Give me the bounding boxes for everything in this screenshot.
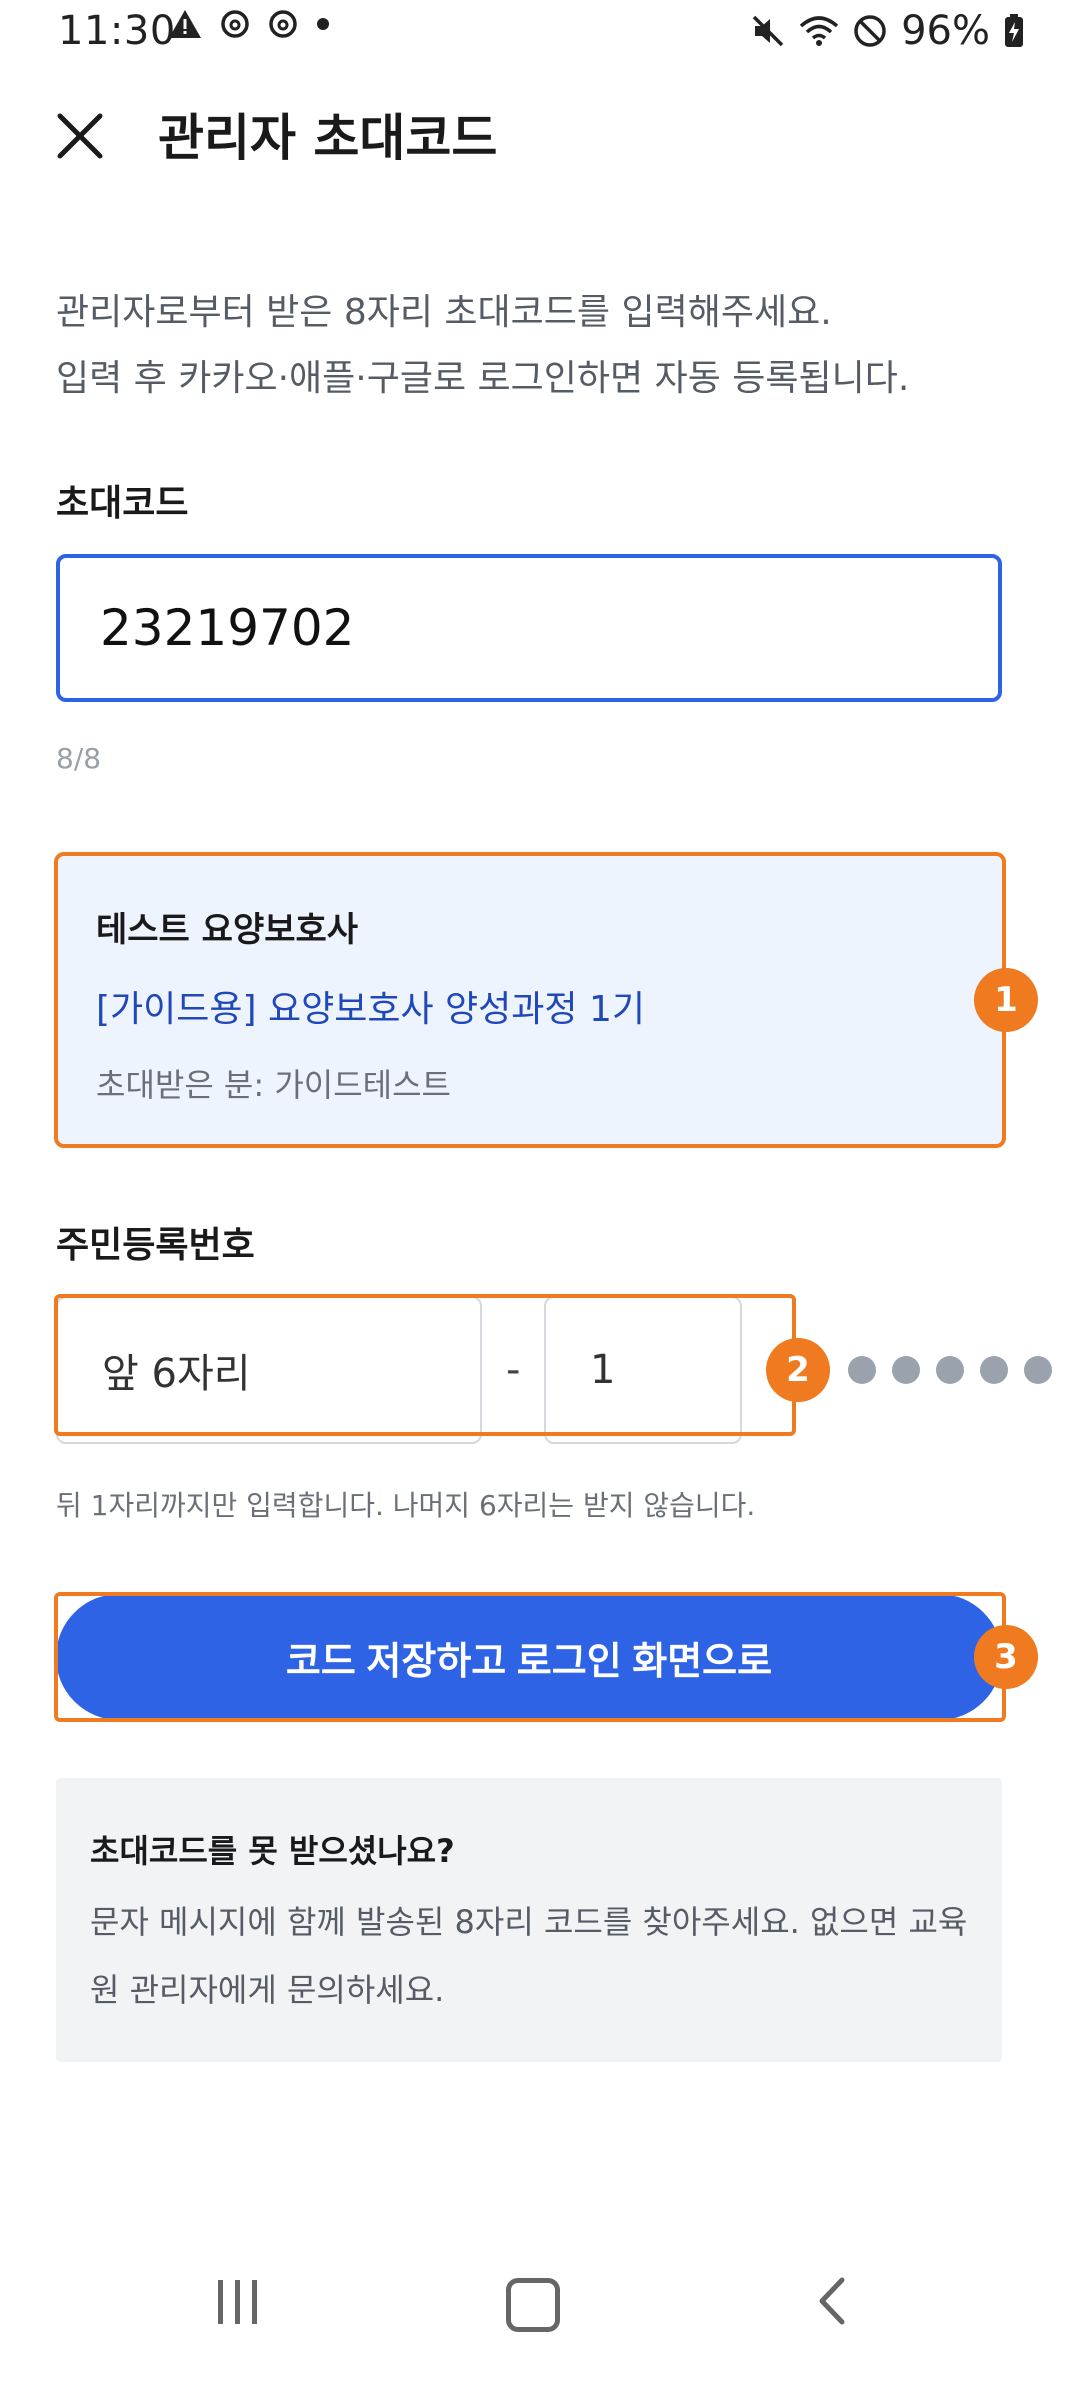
wifi-icon — [799, 16, 839, 46]
course-name: [가이드용] 요양보호사 양성과정 1기 — [96, 989, 646, 1030]
status-right-icons: 96% — [751, 8, 1024, 54]
inviter-name: 테스트 요양보호사 — [96, 910, 359, 950]
threads-icon — [269, 10, 297, 38]
save-code-button-label: 코드 저장하고 로그인 화면으로 — [285, 1640, 773, 1683]
mask-dot — [848, 1356, 876, 1384]
mask-dot — [980, 1356, 1008, 1384]
rrn-separator: - — [506, 1347, 521, 1393]
rrn-front-placeholder: 앞 6자리 — [102, 1351, 251, 1397]
rrn-back-input[interactable]: 1 — [544, 1296, 742, 1444]
close-icon — [57, 113, 103, 159]
close-button[interactable] — [50, 106, 110, 166]
threads-icon — [221, 10, 249, 38]
step-badge-2: 2 — [766, 1338, 830, 1402]
dot-icon — [317, 18, 329, 30]
invite-info-card: 테스트 요양보호사 [가이드용] 요양보호사 양성과정 1기 초대받은 분: 가… — [54, 852, 1006, 1148]
recent-apps-icon — [217, 2280, 223, 2324]
save-code-button[interactable]: 코드 저장하고 로그인 화면으로 — [56, 1594, 1002, 1720]
mute-icon — [752, 15, 784, 47]
status-bar: 11:30 96% — [0, 0, 1080, 56]
help-title: 초대코드를 못 받으셨나요? — [90, 1832, 455, 1870]
description-line-1: 관리자로부터 받은 8자리 초대코드를 입력해주세요. — [56, 292, 832, 333]
recent-apps-button[interactable] — [212, 2280, 262, 2330]
step-badge-3: 3 — [974, 1625, 1038, 1689]
warning-icon — [169, 10, 201, 38]
invite-code-input[interactable]: 23219702 — [56, 554, 1002, 702]
page-title: 관리자 초대코드 — [158, 109, 498, 167]
mask-dot — [1024, 1356, 1052, 1384]
status-time: 11:30 — [58, 8, 176, 54]
rrn-front-input[interactable]: 앞 6자리 — [56, 1296, 482, 1444]
home-button[interactable] — [506, 2278, 560, 2332]
rrn-help-text: 뒤 1자리까지만 입력합니다. 나머지 6자리는 받지 않습니다. — [56, 1489, 756, 1522]
rrn-back-value: 1 — [590, 1347, 616, 1393]
app-bar: 관리자 초대코드 — [0, 96, 1080, 180]
battery-level: 96% — [901, 8, 990, 54]
invite-code-value: 23219702 — [100, 599, 355, 657]
mask-dot — [936, 1356, 964, 1384]
description-line-2: 입력 후 카카오·애플·구글로 로그인하면 자동 등록됩니다. — [56, 358, 910, 399]
system-nav-bar — [0, 2240, 1080, 2400]
invitee-name: 초대받은 분: 가이드테스트 — [96, 1066, 451, 1104]
battery-icon — [1005, 14, 1023, 47]
rrn-label: 주민등록번호 — [56, 1225, 255, 1266]
mask-dot — [892, 1356, 920, 1384]
rrn-masked-digits — [848, 1356, 1052, 1384]
back-icon — [819, 2277, 845, 2325]
step-badge-1: 1 — [974, 968, 1038, 1032]
back-button[interactable] — [812, 2276, 852, 2326]
description: 관리자로부터 받은 8자리 초대코드를 입력해주세요. 입력 후 카카오·애플·… — [56, 280, 1036, 412]
invite-code-counter: 8/8 — [56, 742, 102, 775]
status-left-icons — [168, 8, 330, 40]
invite-code-label: 초대코드 — [56, 483, 189, 524]
help-box: 초대코드를 못 받으셨나요? 문자 메시지에 함께 발송된 8자리 코드를 찾아… — [56, 1778, 1002, 2062]
help-body: 문자 메시지에 함께 발송된 8자리 코드를 찾아주세요. 없으면 교육원 관리… — [90, 1903, 968, 2009]
dnd-icon — [854, 15, 886, 47]
